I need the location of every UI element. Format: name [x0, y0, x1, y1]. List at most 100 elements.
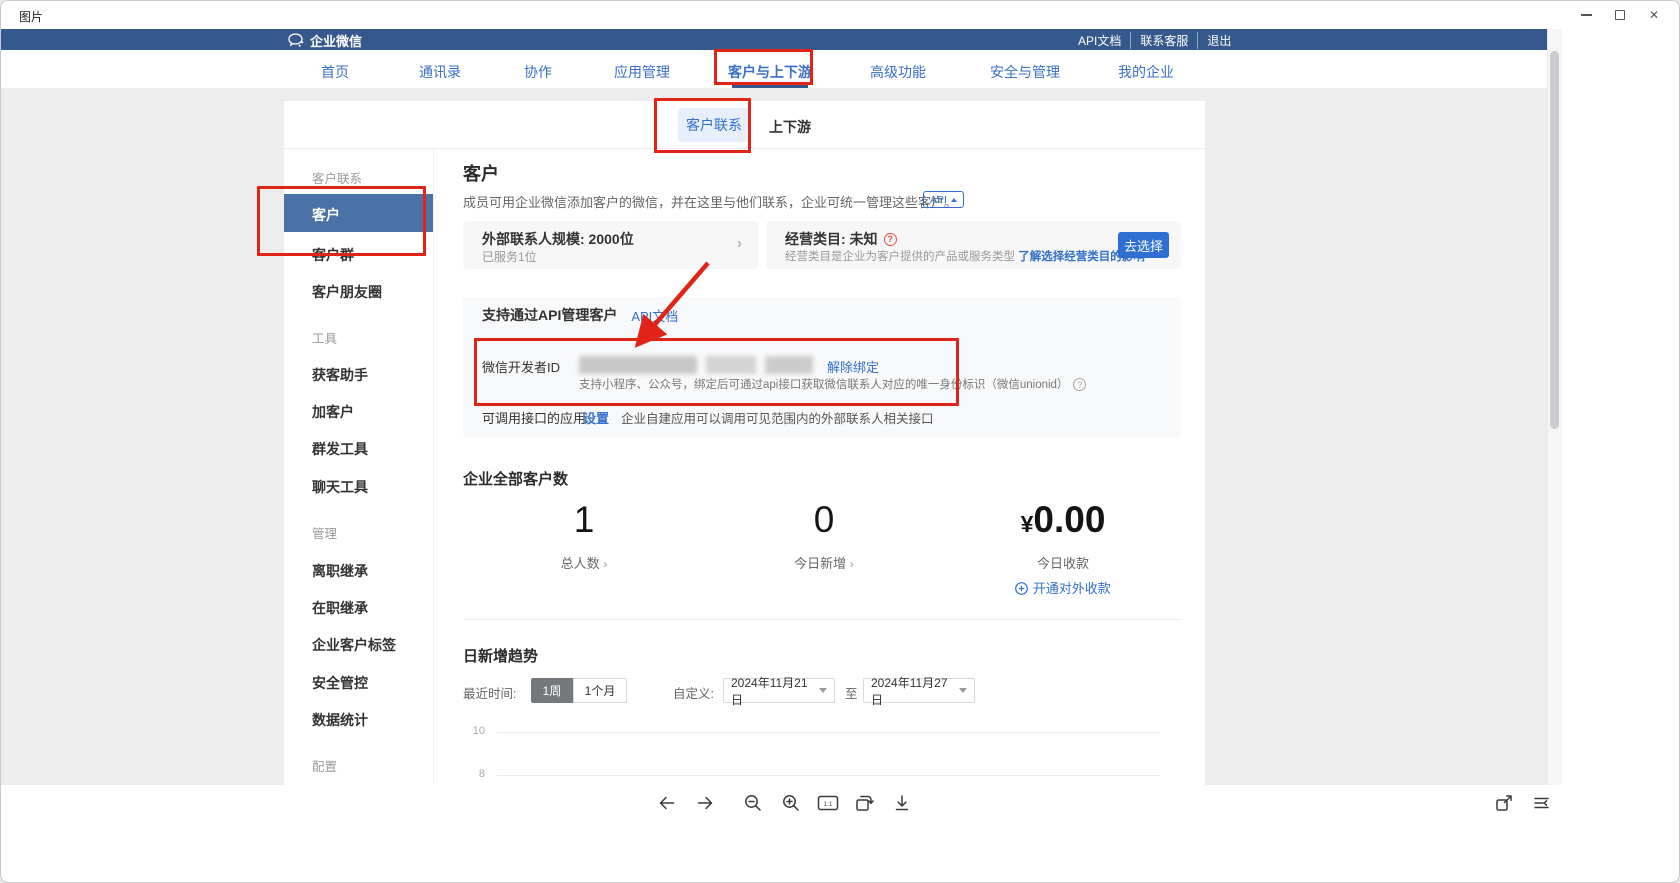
open-external-icon — [1493, 792, 1515, 814]
callable-apps-settings-link[interactable]: 设置 — [583, 408, 609, 427]
stats-title: 企业全部客户数 — [463, 468, 568, 489]
trend-title: 日新增趋势 — [463, 645, 538, 666]
actual-size-button[interactable]: 1:1 — [815, 790, 841, 816]
nav-tab-contacts[interactable]: 通讯录 — [419, 62, 461, 82]
arrow-left-icon — [656, 792, 678, 814]
unbind-link[interactable]: 解除绑定 — [827, 357, 879, 376]
sidebar-item-customer-tags[interactable]: 企业客户标签 — [312, 635, 396, 655]
section-divider — [463, 619, 1181, 620]
business-category-desc: 经营类目是企业为客户提供的产品或服务类型 — [785, 251, 1015, 263]
api-section-title: 支持通过API管理客户 — [482, 305, 617, 325]
titlebar: 图片 ✕ — [1, 1, 1679, 29]
topbar-links: API文档 联系客服 退出 — [1069, 32, 1209, 49]
photo-viewer-window: 图片 ✕ 企业微信 API文档 联系客服 退出 首页 通讯录 协作 应用管理 客… — [0, 0, 1680, 883]
gridline — [497, 775, 1161, 776]
wecom-brand[interactable]: 企业微信 — [288, 31, 362, 50]
plus-circle-icon — [1015, 582, 1028, 595]
topbar-link-logout[interactable]: 退出 — [1197, 32, 1240, 49]
wecom-brand-label: 企业微信 — [310, 31, 362, 50]
collapse-caret-icon — [951, 198, 957, 202]
gridline — [497, 732, 1161, 733]
api-badge-label: API — [930, 194, 947, 206]
sidebar-item-add-customer[interactable]: 加客户 — [312, 402, 354, 422]
stat-income-value: ¥0.00 — [993, 499, 1133, 541]
stat-total-label[interactable]: 总人数 › — [524, 553, 644, 572]
rotate-button[interactable] — [851, 790, 877, 816]
nav-tab-my-company[interactable]: 我的企业 — [1118, 62, 1174, 82]
actual-size-icon: 1:1 — [816, 792, 840, 814]
more-tools-button[interactable] — [1528, 790, 1554, 816]
currency-symbol: ¥ — [1021, 511, 1034, 537]
page-description: 成员可用企业微信添加客户的微信，并在这里与他们联系，企业可统一管理这些客户。 — [463, 192, 957, 211]
sidebar-item-customer-groups[interactable]: 客户群 — [312, 245, 354, 265]
nav-tab-security[interactable]: 安全与管理 — [990, 62, 1060, 82]
save-download-button[interactable] — [889, 790, 915, 816]
date-from-select[interactable]: 2024年11月21日 — [723, 678, 835, 703]
wecom-header-bar — [1, 29, 1547, 50]
stat-income-label: 今日收款 — [993, 553, 1133, 572]
range-option-week[interactable]: 1周 — [531, 678, 573, 703]
open-with-button[interactable] — [1491, 790, 1517, 816]
sidebar-item-resigned-inherit[interactable]: 离职继承 — [312, 561, 368, 581]
dev-id-description: 支持小程序、公众号，绑定后可通过api接口获取微信联系人对应的唯一身份标识（微信… — [579, 379, 1068, 391]
topbar-link-support[interactable]: 联系客服 — [1130, 32, 1197, 49]
zoom-in-button[interactable] — [778, 790, 804, 816]
sidebar-header-management: 管理 — [312, 523, 337, 542]
nav-tab-app-management[interactable]: 应用管理 — [614, 62, 670, 82]
y-tick-10: 10 — [465, 725, 485, 737]
sidebar-header-config: 配置 — [312, 756, 337, 775]
callable-apps-label: 可调用接口的应用 — [482, 408, 586, 427]
page-scrollbar-thumb[interactable] — [1550, 51, 1559, 429]
callable-apps-desc: 企业自建应用可以调用可见范围内的外部联系人相关接口 — [621, 408, 934, 427]
nav-tab-collaboration[interactable]: 协作 — [524, 62, 552, 82]
window-title: 图片 — [19, 8, 43, 25]
minimize-button[interactable] — [1569, 2, 1603, 28]
sidebar-item-security-control[interactable]: 安全管控 — [312, 673, 368, 693]
nav-tab-home[interactable]: 首页 — [321, 62, 349, 82]
external-contacts-subtitle: 已服务1位 — [482, 248, 537, 265]
nav-tab-advanced[interactable]: 高级功能 — [870, 62, 926, 82]
stat-today-new-value: 0 — [764, 499, 884, 541]
dropdown-caret-icon — [819, 688, 827, 693]
previous-image-button[interactable] — [654, 790, 680, 816]
sidebar-item-customer-moments[interactable]: 客户朋友圈 — [312, 282, 382, 302]
sidebar-item-chat-tools[interactable]: 聊天工具 — [312, 477, 368, 497]
sidebar-item-bulk-message[interactable]: 群发工具 — [312, 439, 368, 459]
rotate-icon — [853, 792, 875, 814]
active-tab-underline — [732, 85, 808, 88]
sidebar-item-data-statistics[interactable]: 数据统计 — [312, 710, 368, 730]
subtab-customer-contact[interactable]: 客户联系 — [678, 108, 750, 142]
zoom-out-icon — [742, 792, 764, 814]
api-badge-button[interactable]: API — [923, 191, 964, 208]
arrow-right-icon — [694, 792, 716, 814]
sidebar-item-onjob-inherit[interactable]: 在职继承 — [312, 598, 368, 618]
close-button[interactable]: ✕ — [1637, 2, 1671, 28]
page-title: 客户 — [463, 160, 499, 186]
maximize-button[interactable] — [1603, 2, 1637, 28]
chevron-right-icon: › — [850, 557, 854, 571]
choose-category-button[interactable]: 去选择 — [1118, 232, 1169, 258]
nav-tab-customers[interactable]: 客户与上下游 — [728, 62, 812, 82]
trend-range-label: 最近时间: — [463, 683, 516, 702]
chevron-right-icon: › — [737, 235, 742, 252]
close-icon: ✕ — [1649, 9, 1659, 21]
sidebar-divider — [433, 149, 434, 785]
next-image-button[interactable] — [692, 790, 718, 816]
wecom-logo-icon — [288, 33, 305, 48]
zoom-out-button[interactable] — [740, 790, 766, 816]
stat-today-new-label[interactable]: 今日新增 › — [764, 553, 884, 572]
sidebar-item-customer[interactable]: 客户 — [284, 194, 433, 232]
topbar-link-api-doc[interactable]: API文档 — [1069, 32, 1130, 49]
date-to-select[interactable]: 2024年11月27日 — [863, 678, 975, 703]
y-tick-8: 8 — [465, 768, 485, 780]
enable-payment-link[interactable]: 开通对外收款 — [993, 578, 1133, 598]
range-option-month[interactable]: 1个月 — [573, 678, 627, 703]
dropdown-caret-icon — [959, 688, 967, 693]
help-icon-gray[interactable]: ? — [1073, 378, 1086, 391]
sidebar-item-lead-assistant[interactable]: 获客助手 — [312, 365, 368, 385]
help-icon-red[interactable]: ? — [884, 233, 897, 246]
subtab-supply-chain[interactable]: 上下游 — [769, 117, 811, 137]
chevron-right-icon: › — [603, 557, 607, 571]
maximize-icon — [1615, 10, 1625, 20]
annotation-arrow — [601, 246, 731, 356]
